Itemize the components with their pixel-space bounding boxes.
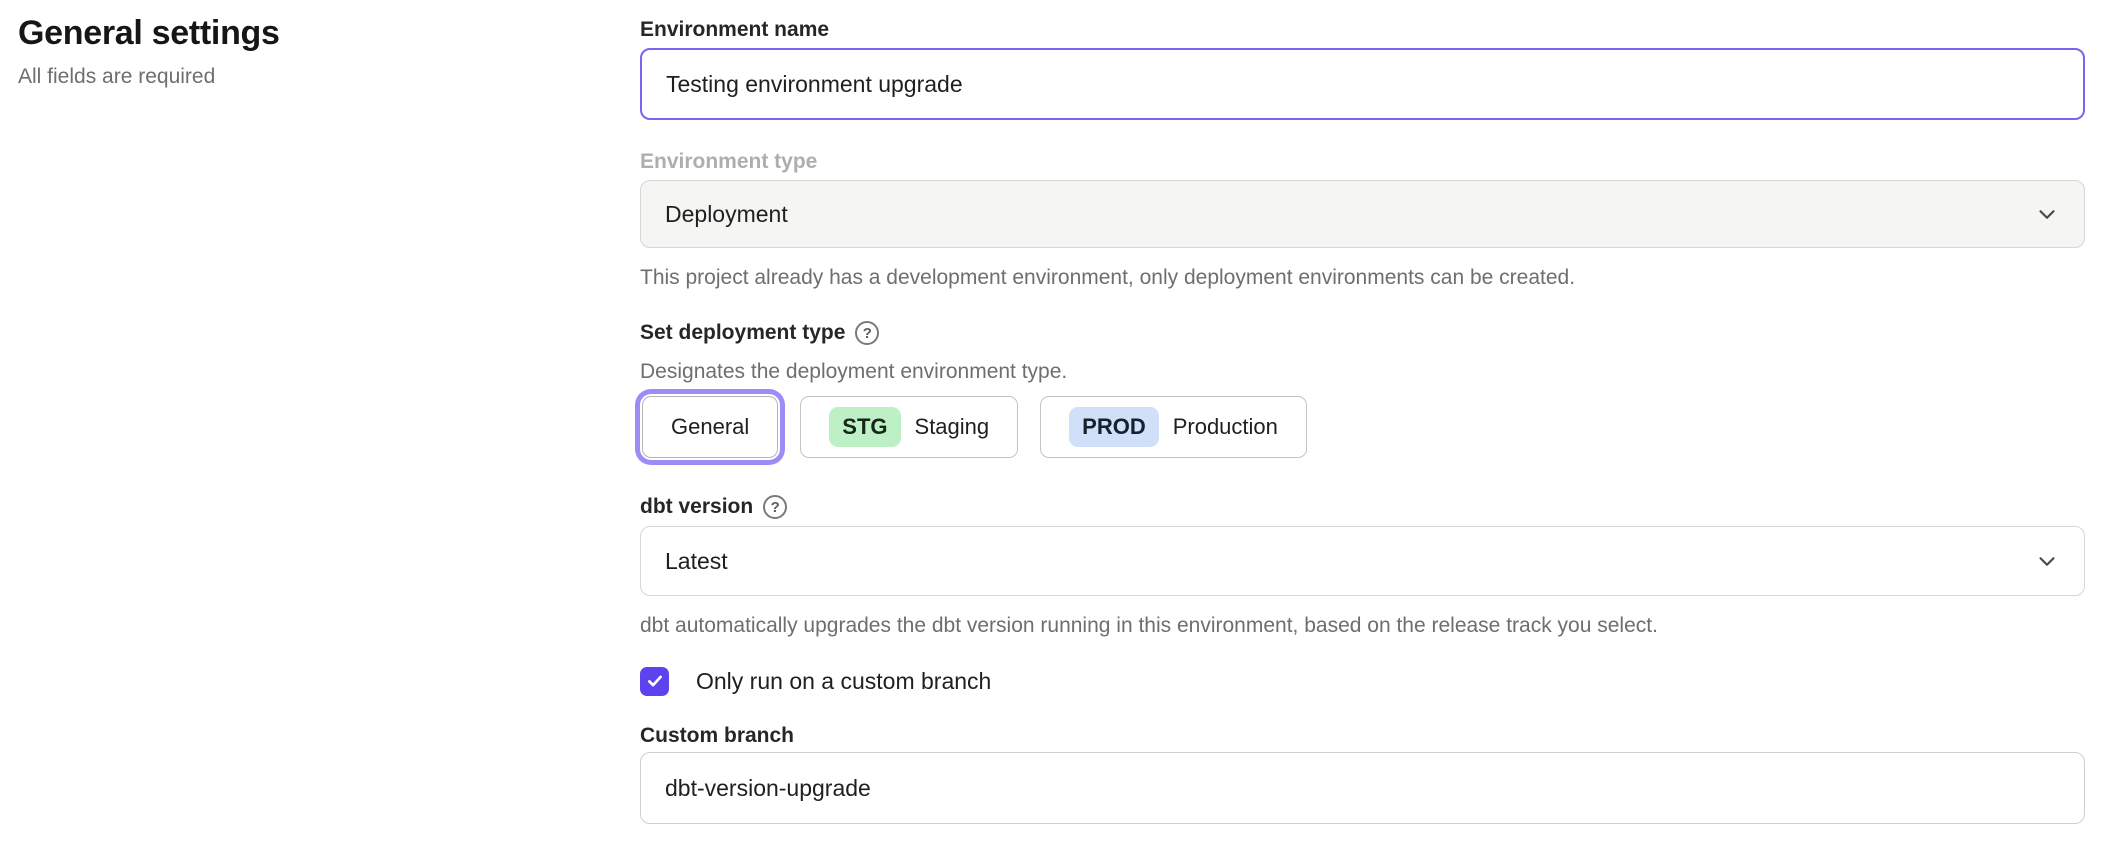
chevron-down-icon [2034, 548, 2060, 574]
environment-name-input[interactable] [640, 48, 2085, 120]
deployment-type-option-general-label: General [671, 414, 749, 440]
dbt-version-select[interactable]: Latest [640, 526, 2085, 596]
page-title: General settings [18, 12, 578, 54]
dbt-version-label: dbt version [640, 493, 753, 521]
environment-type-select[interactable]: Deployment [640, 180, 2085, 248]
deployment-type-option-production[interactable]: PROD Production [1040, 396, 1307, 458]
page-subtitle: All fields are required [18, 63, 578, 91]
custom-branch-input[interactable] [640, 752, 2085, 824]
deployment-type-option-staging-label: Staging [915, 414, 990, 440]
environment-name-label: Environment name [640, 16, 2085, 44]
custom-branch-label: Custom branch [640, 722, 2085, 750]
deployment-type-description: Designates the deployment environment ty… [640, 358, 2085, 386]
environment-type-label: Environment type [640, 148, 2085, 176]
custom-branch-checkbox-label[interactable]: Only run on a custom branch [696, 668, 991, 695]
dbt-version-help-icon[interactable]: ? [763, 495, 787, 519]
deployment-type-option-staging[interactable]: STG Staging [800, 396, 1018, 458]
environment-type-value: Deployment [665, 201, 788, 228]
custom-branch-checkbox[interactable] [640, 667, 669, 696]
deployment-type-label: Set deployment type [640, 319, 845, 347]
settings-header: General settings All fields are required [18, 12, 578, 91]
environment-type-helper: This project already has a development e… [640, 264, 2085, 292]
dbt-version-helper: dbt automatically upgrades the dbt versi… [640, 612, 2085, 640]
production-badge: PROD [1069, 407, 1159, 447]
staging-badge: STG [829, 407, 900, 447]
environment-settings-form: Environment name Environment type Deploy… [640, 0, 2085, 824]
deployment-type-help-icon[interactable]: ? [855, 321, 879, 345]
chevron-down-icon [2034, 201, 2060, 227]
deployment-type-options: General STG Staging PROD Production [640, 396, 2085, 458]
dbt-version-value: Latest [665, 548, 728, 575]
checkmark-icon [646, 672, 664, 690]
deployment-type-option-production-label: Production [1173, 414, 1278, 440]
deployment-type-option-general[interactable]: General [642, 396, 778, 458]
